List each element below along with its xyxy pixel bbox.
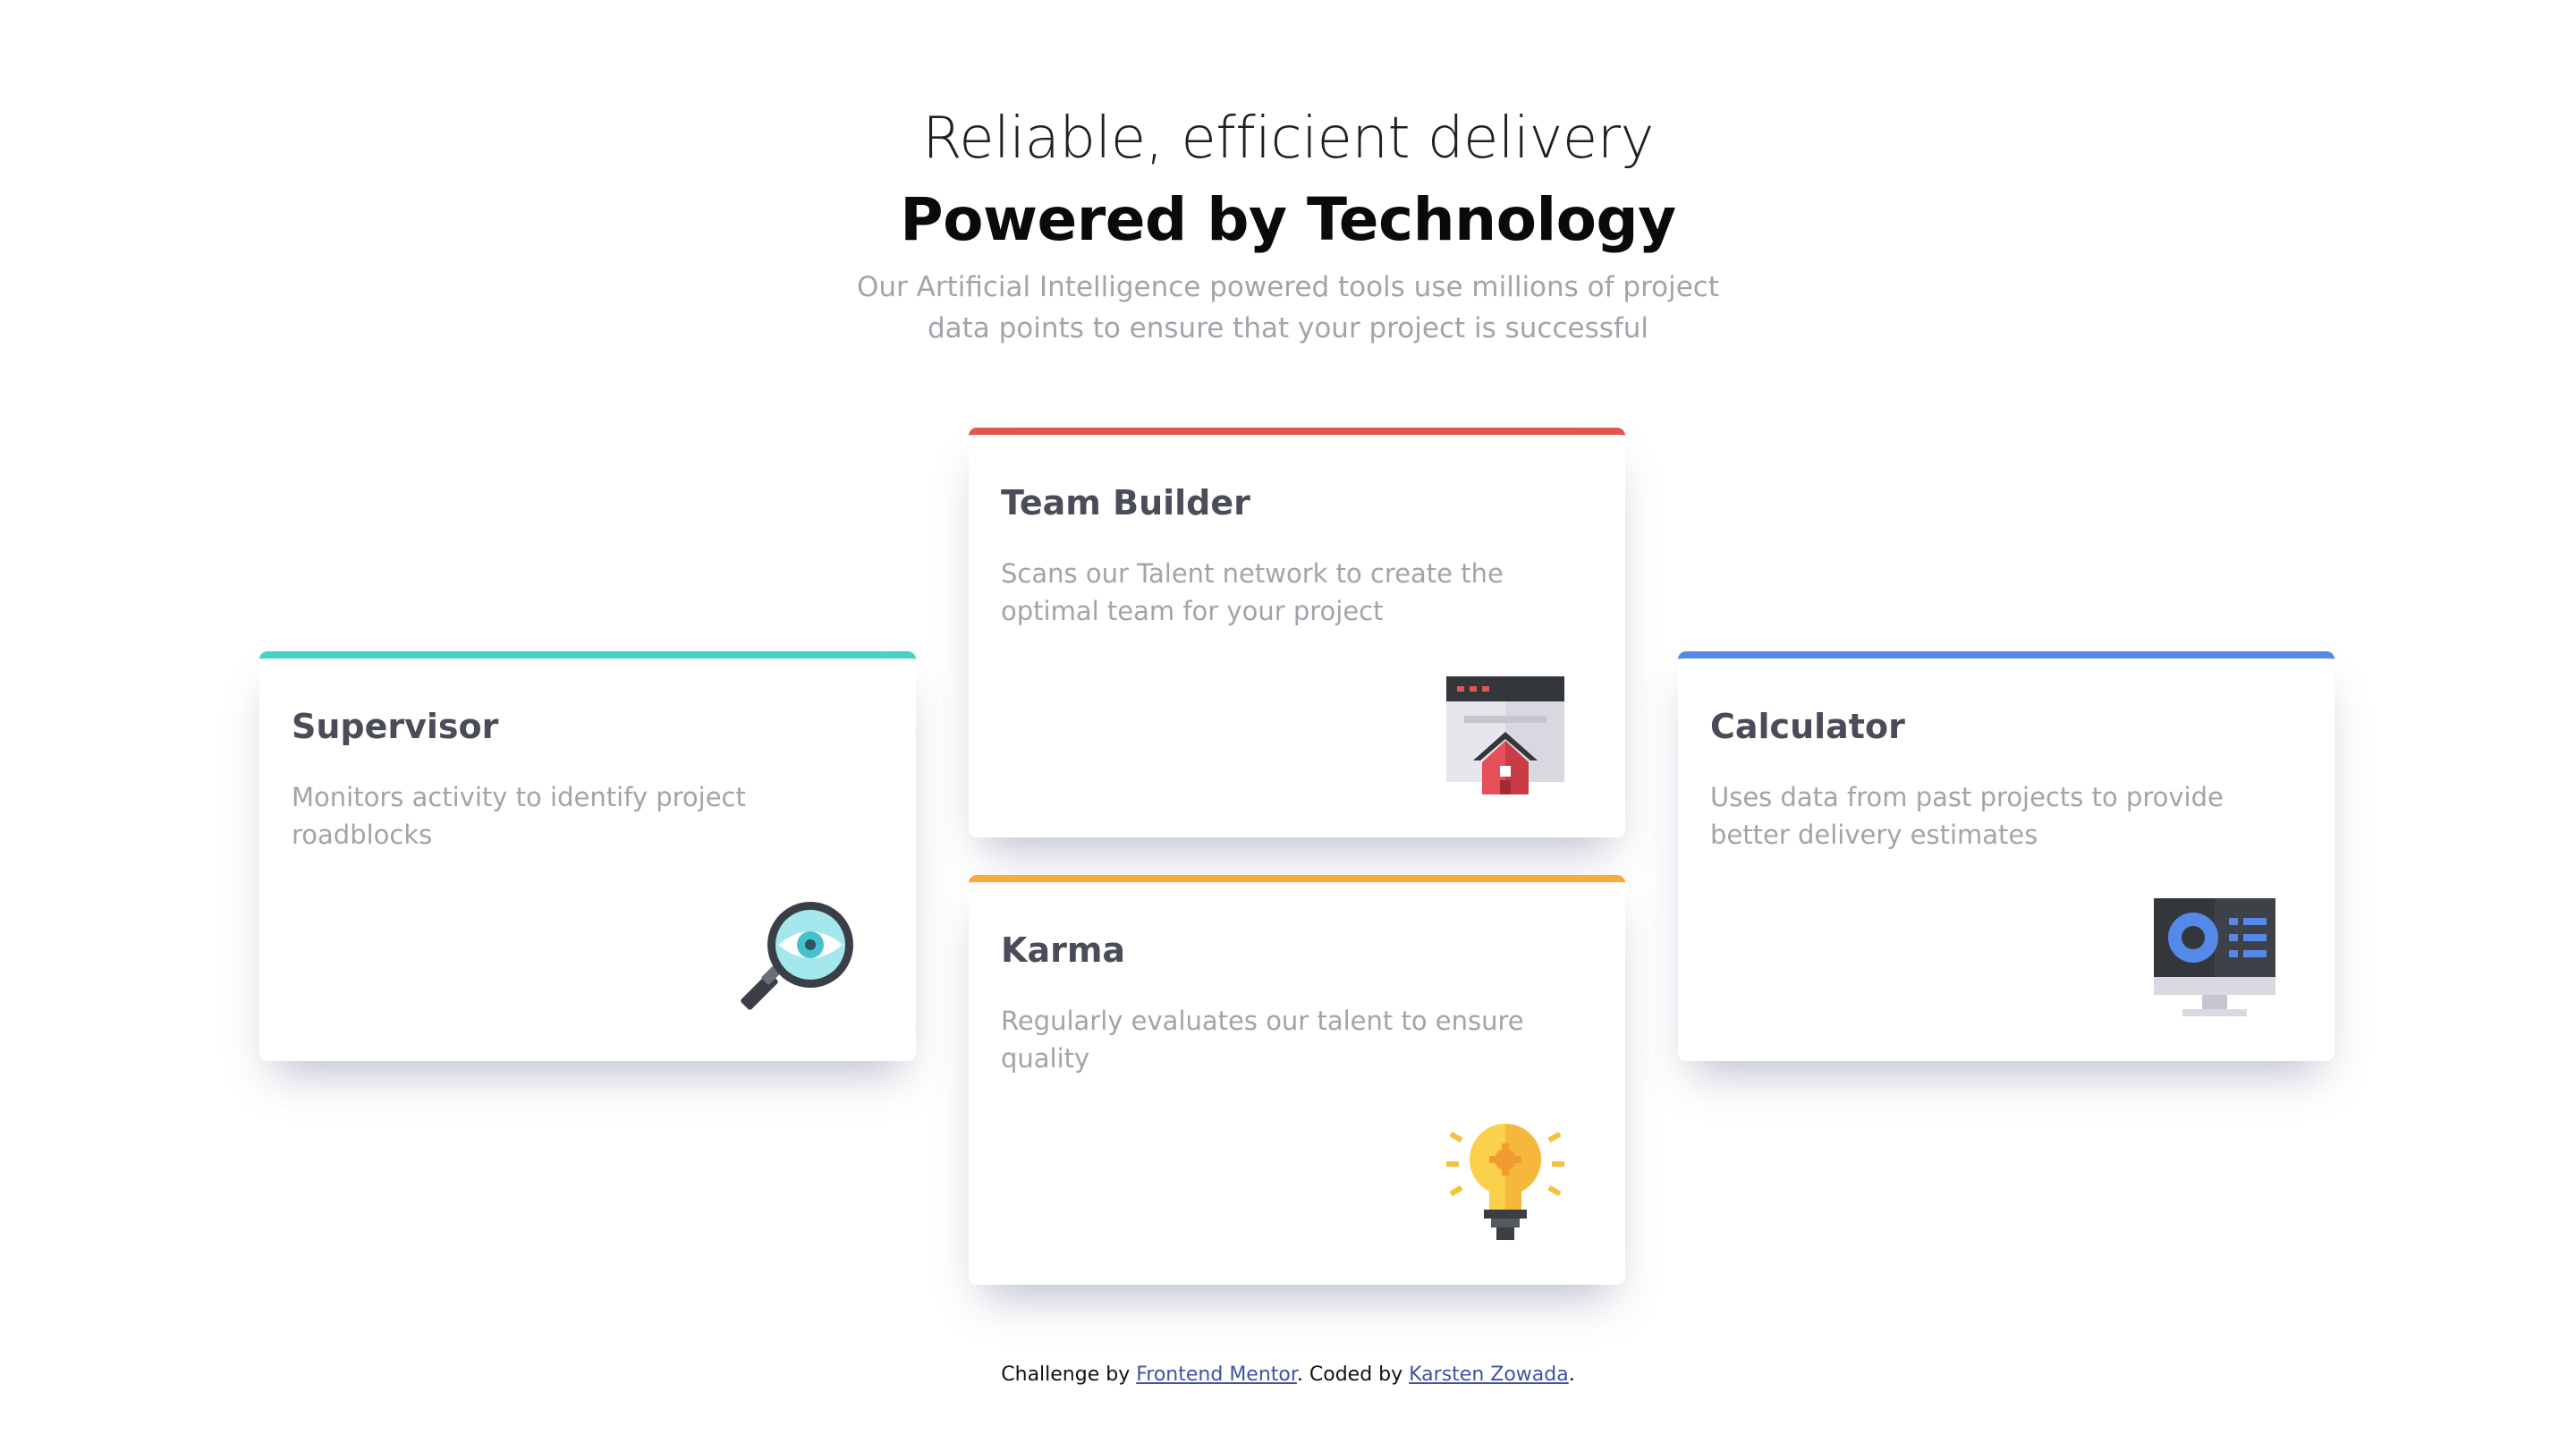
card-calculator: Calculator Uses data from past projects … [1678, 651, 2334, 1061]
card-title: Calculator [1710, 707, 1905, 746]
author-link[interactable]: Karsten Zowada [1409, 1363, 1569, 1386]
page: Reliable, efficient delivery Powered by … [0, 0, 2576, 1444]
headline-bold: Powered by Technology [900, 185, 1676, 254]
card-team-builder: Team Builder Scans our Talent network to… [969, 428, 1625, 837]
attribution-coded-by: . Coded by [1296, 1363, 1410, 1386]
card-description: Scans our Talent network to create the o… [1001, 558, 1504, 626]
card-supervisor: Supervisor Monitors activity to identify… [259, 651, 916, 1061]
card-description: Uses data from past projects to provide … [1710, 782, 2224, 850]
browser-house-icon [1445, 675, 1566, 796]
card-description: Regularly evaluates our talent to ensure… [1001, 1006, 1524, 1074]
headline-light: Reliable, efficient delivery [922, 106, 1654, 172]
card-title: Supervisor [292, 707, 499, 746]
attribution-suffix: . [1568, 1363, 1575, 1386]
card-title: Team Builder [1001, 483, 1250, 522]
attribution-prefix: Challenge by [1001, 1363, 1137, 1386]
attribution: Challenge by Frontend Mentor. Coded by K… [0, 1363, 2576, 1386]
card-description: Monitors activity to identify project ro… [292, 782, 746, 850]
card-karma: Karma Regularly evaluates our talent to … [969, 875, 1625, 1285]
magnifier-eye-icon [735, 898, 857, 1020]
intro-text: Our Artificial Intelligence powered tool… [857, 271, 1719, 344]
monitor-chart-icon [2154, 898, 2275, 1020]
page-header: Reliable, efficient delivery Powered by … [0, 100, 2576, 349]
lightbulb-icon [1445, 1122, 1566, 1244]
card-title: Karma [1001, 930, 1126, 970]
frontend-mentor-link[interactable]: Frontend Mentor [1136, 1363, 1297, 1386]
